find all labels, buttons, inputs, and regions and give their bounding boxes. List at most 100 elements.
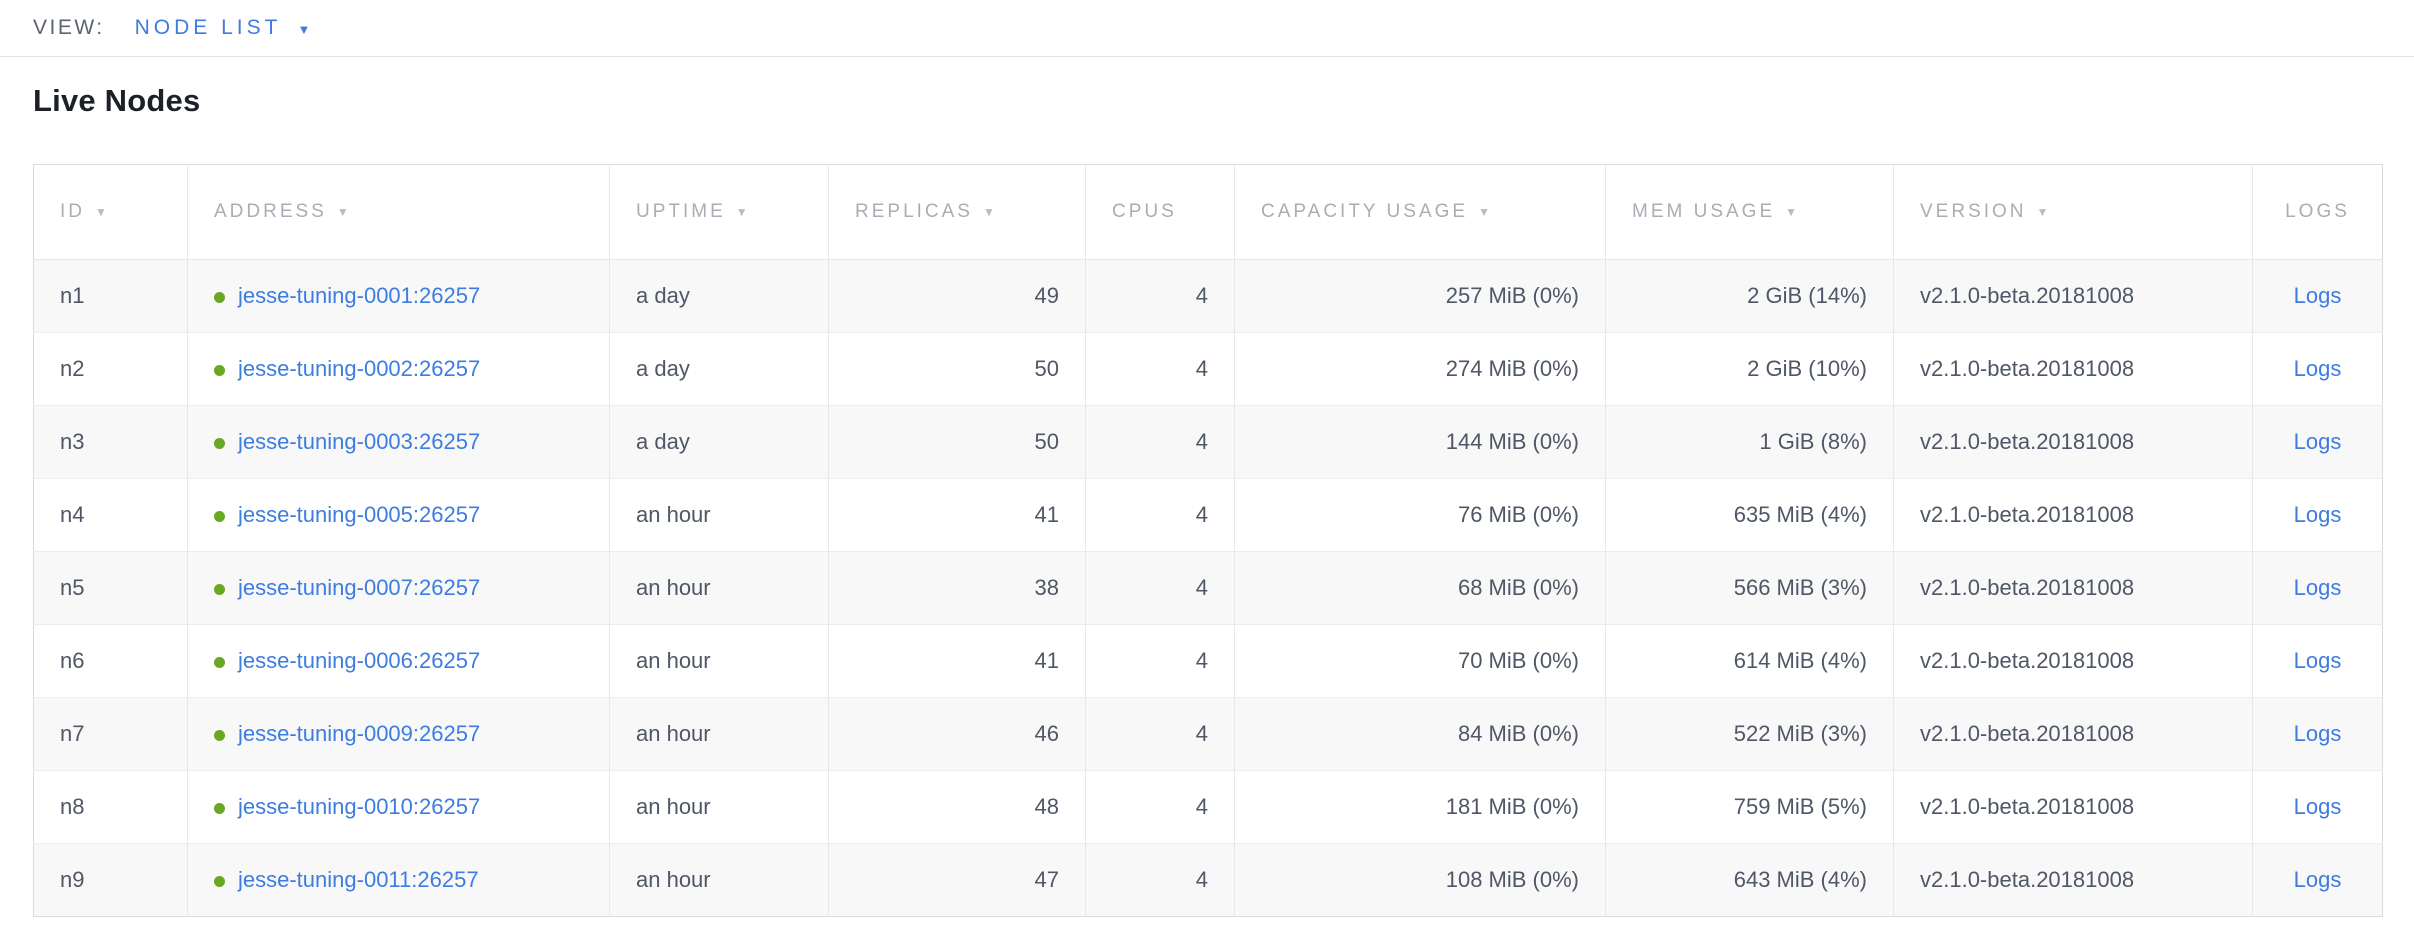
column-header-address[interactable]: ADDRESS▼ [188,165,610,260]
logs-link[interactable]: Logs [2294,429,2342,454]
cell-value: v2.1.0-beta.20181008 [1920,429,2134,454]
cell-capacity: 274 MiB (0%) [1235,333,1606,406]
column-header-uptime[interactable]: UPTIME▼ [610,165,829,260]
cell-capacity: 76 MiB (0%) [1235,479,1606,552]
sort-arrow-icon: ▼ [1478,205,1493,219]
cell-value: v2.1.0-beta.20181008 [1920,283,2134,308]
sort-arrow-icon: ▼ [337,205,352,219]
column-header-replicas[interactable]: REPLICAS▼ [829,165,1086,260]
node-address-link[interactable]: jesse-tuning-0006:26257 [238,648,480,673]
cell-value: v2.1.0-beta.20181008 [1920,867,2134,892]
cell-value: 41 [1035,648,1059,673]
table-row: n4jesse-tuning-0005:26257an hour41476 Mi… [34,479,2383,552]
logs-link[interactable]: Logs [2294,575,2342,600]
cell-value: 49 [1035,283,1059,308]
column-header-id[interactable]: ID▼ [34,165,188,260]
cell-mem: 635 MiB (4%) [1606,479,1894,552]
view-bar: VIEW: NODE LIST ▼ [0,0,2414,57]
cell-version: v2.1.0-beta.20181008 [1894,552,2253,625]
cell-value: an hour [636,794,711,819]
node-live-status-icon [214,730,225,741]
node-address-link[interactable]: jesse-tuning-0002:26257 [238,356,480,381]
caret-down-icon: ▼ [297,22,310,37]
logs-link[interactable]: Logs [2294,794,2342,819]
node-address-link[interactable]: jesse-tuning-0007:26257 [238,575,480,600]
node-address-link[interactable]: jesse-tuning-0009:26257 [238,721,480,746]
column-header-mem[interactable]: MEM USAGE▼ [1606,165,1894,260]
cell-value: 48 [1035,794,1059,819]
cell-value: 759 MiB (5%) [1734,794,1867,819]
cell-value: v2.1.0-beta.20181008 [1920,721,2134,746]
cell-address: jesse-tuning-0003:26257 [188,406,610,479]
cell-address: jesse-tuning-0005:26257 [188,479,610,552]
cell-value: an hour [636,575,711,600]
node-address-link[interactable]: jesse-tuning-0011:26257 [238,867,479,892]
table-row: n9jesse-tuning-0011:26257an hour474108 M… [34,844,2383,917]
view-label: VIEW: [33,16,105,40]
cell-address: jesse-tuning-0006:26257 [188,625,610,698]
cell-logs: Logs [2253,771,2383,844]
cell-value: v2.1.0-beta.20181008 [1920,356,2134,381]
column-header-capacity[interactable]: CAPACITY USAGE▼ [1235,165,1606,260]
cell-mem: 522 MiB (3%) [1606,698,1894,771]
logs-link[interactable]: Logs [2294,867,2342,892]
cell-value: 643 MiB (4%) [1734,867,1867,892]
view-selector-dropdown[interactable]: NODE LIST ▼ [135,16,311,40]
column-header-label: LOGS [2285,201,2350,222]
cell-value: 70 MiB (0%) [1458,648,1579,673]
cell-capacity: 70 MiB (0%) [1235,625,1606,698]
cell-value: 4 [1196,575,1208,600]
node-address-link[interactable]: jesse-tuning-0005:26257 [238,502,480,527]
node-live-status-icon [214,803,225,814]
cell-version: v2.1.0-beta.20181008 [1894,406,2253,479]
cell-value: 50 [1035,356,1059,381]
cell-cpus: 4 [1086,625,1235,698]
table-row: n8jesse-tuning-0010:26257an hour484181 M… [34,771,2383,844]
cell-address: jesse-tuning-0010:26257 [188,771,610,844]
cell-id: n4 [34,479,188,552]
logs-link[interactable]: Logs [2294,721,2342,746]
cell-mem: 1 GiB (8%) [1606,406,1894,479]
cell-value: 76 MiB (0%) [1458,502,1579,527]
cell-value: 4 [1196,283,1208,308]
cell-logs: Logs [2253,260,2383,333]
page-title: Live Nodes [33,83,2414,119]
logs-link[interactable]: Logs [2294,283,2342,308]
cell-value: an hour [636,867,711,892]
cell-value: 522 MiB (3%) [1734,721,1867,746]
cell-capacity: 84 MiB (0%) [1235,698,1606,771]
cell-value: 181 MiB (0%) [1446,794,1579,819]
node-address-link[interactable]: jesse-tuning-0010:26257 [238,794,480,819]
cell-value: 108 MiB (0%) [1446,867,1579,892]
cell-value: 4 [1196,721,1208,746]
cell-value: 41 [1035,502,1059,527]
cell-replicas: 46 [829,698,1086,771]
cell-logs: Logs [2253,479,2383,552]
node-address-link[interactable]: jesse-tuning-0003:26257 [238,429,480,454]
column-header-label: REPLICAS [855,201,973,222]
cell-logs: Logs [2253,333,2383,406]
cell-uptime: an hour [610,844,829,917]
logs-link[interactable]: Logs [2294,502,2342,527]
cell-cpus: 4 [1086,844,1235,917]
cell-value: 84 MiB (0%) [1458,721,1579,746]
node-address-link[interactable]: jesse-tuning-0001:26257 [238,283,480,308]
logs-link[interactable]: Logs [2294,648,2342,673]
cell-value: 257 MiB (0%) [1446,283,1579,308]
cell-cpus: 4 [1086,552,1235,625]
cell-cpus: 4 [1086,406,1235,479]
selected-view-label: NODE LIST [135,16,282,40]
cell-version: v2.1.0-beta.20181008 [1894,771,2253,844]
column-header-label: ID [60,201,85,222]
table-header-row: ID▼ADDRESS▼UPTIME▼REPLICAS▼CPUSCAPACITY … [34,165,2383,260]
cell-id: n1 [34,260,188,333]
cell-mem: 759 MiB (5%) [1606,771,1894,844]
cell-address: jesse-tuning-0007:26257 [188,552,610,625]
column-header-version[interactable]: VERSION▼ [1894,165,2253,260]
cell-version: v2.1.0-beta.20181008 [1894,333,2253,406]
cell-cpus: 4 [1086,479,1235,552]
node-live-status-icon [214,365,225,376]
cell-replicas: 50 [829,406,1086,479]
logs-link[interactable]: Logs [2294,356,2342,381]
cell-uptime: a day [610,260,829,333]
